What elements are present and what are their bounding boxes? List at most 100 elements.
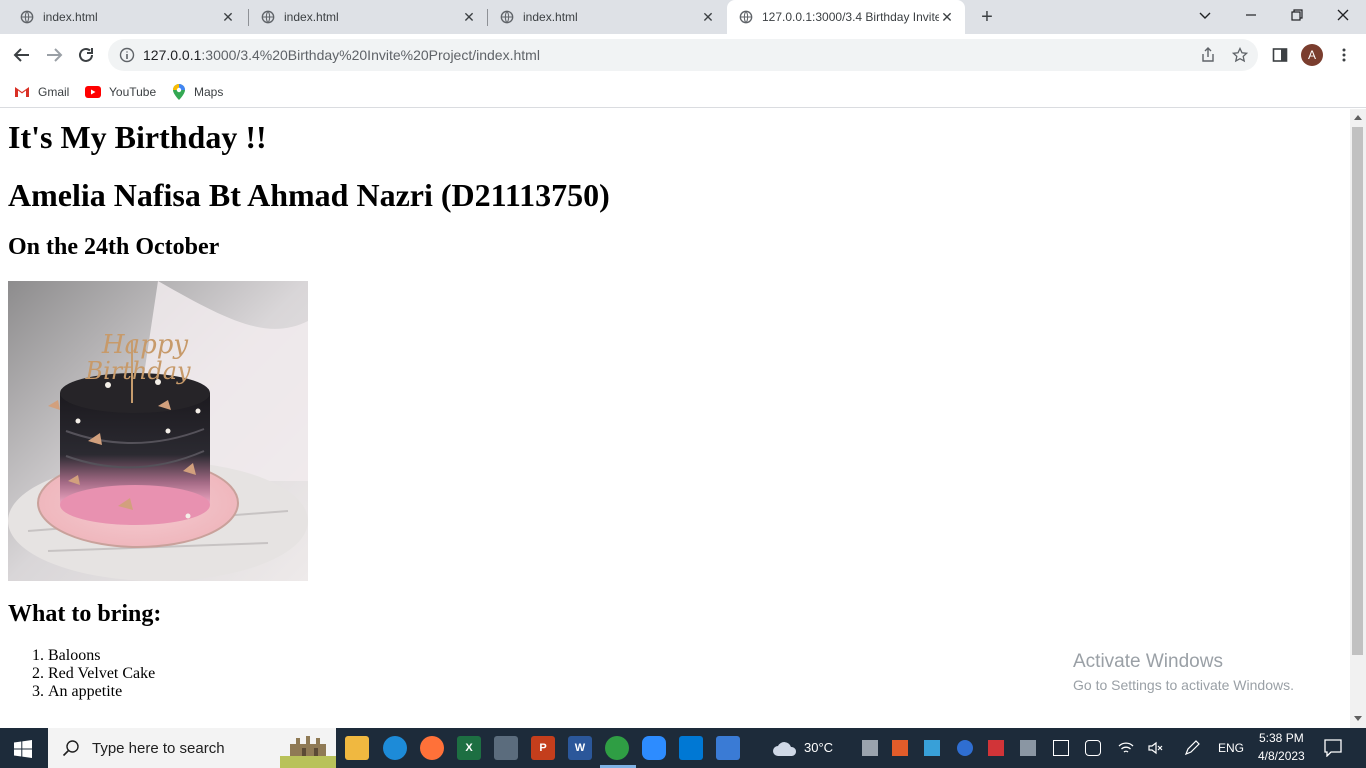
info-icon[interactable] <box>119 47 135 63</box>
side-panel-icon <box>1272 48 1288 62</box>
tab-4-active[interactable]: 127.0.0.1:3000/3.4 Birthday Invite ✕ <box>727 0 965 34</box>
address-bar[interactable]: 127.0.0.1:3000/3.4%20Birthday%20Invite%2… <box>108 39 1258 71</box>
zoom-icon[interactable] <box>642 736 666 760</box>
search-highlight-icon <box>280 736 336 768</box>
excel-icon[interactable]: X <box>457 736 481 760</box>
search-icon <box>62 740 79 757</box>
close-icon[interactable]: ✕ <box>461 9 477 25</box>
search-placeholder: Type here to search <box>92 739 225 757</box>
onedrive-icon[interactable] <box>1020 740 1036 756</box>
arrow-right-icon <box>47 48 63 62</box>
security-icon[interactable] <box>988 740 1004 756</box>
camera-icon[interactable] <box>494 736 518 760</box>
bookmark-maps[interactable]: Maps <box>172 82 223 102</box>
tab-label: index.html <box>43 10 98 24</box>
bookmark-label: Gmail <box>38 85 70 99</box>
url-text: 127.0.0.1:3000/3.4%20Birthday%20Invite%2… <box>143 47 540 63</box>
photos-icon[interactable] <box>716 736 740 760</box>
bookmarks-bar: Gmail YouTube Maps <box>0 76 1366 108</box>
cake-image: Happy Birthday <box>8 281 308 581</box>
notifications-icon[interactable] <box>1324 739 1342 757</box>
clock-date[interactable]: 4/8/2023 <box>1258 749 1305 763</box>
bookmark-label: Maps <box>194 85 224 99</box>
bring-list: Baloons Red Velvet Cake An appetite <box>8 647 155 701</box>
star-icon[interactable] <box>1232 47 1248 63</box>
file-explorer-icon[interactable] <box>345 736 369 760</box>
wifi-icon[interactable] <box>1118 740 1134 756</box>
minimize-button[interactable] <box>1228 0 1274 30</box>
watermark-subtitle: Go to Settings to activate Windows. <box>1073 677 1294 693</box>
tab-2[interactable]: index.html ✕ <box>249 0 487 34</box>
scrollbar-thumb[interactable] <box>1352 127 1363 655</box>
bookmark-youtube[interactable]: YouTube <box>85 82 156 102</box>
bookmark-gmail[interactable]: Gmail <box>14 82 69 102</box>
weather-temperature[interactable]: 30°C <box>804 740 833 755</box>
forward-button[interactable] <box>40 41 68 69</box>
page-title: It's My Birthday !! <box>8 119 267 155</box>
start-button[interactable] <box>14 740 32 763</box>
guest-name-heading: Amelia Nafisa Bt Ahmad Nazri (D21113750) <box>8 177 610 213</box>
vertical-scrollbar[interactable] <box>1350 109 1366 728</box>
maps-icon <box>173 84 185 100</box>
close-window-button[interactable] <box>1320 0 1366 30</box>
restore-icon <box>1291 9 1303 21</box>
side-panel-button[interactable] <box>1266 41 1294 69</box>
tray-app-icon[interactable] <box>862 740 878 756</box>
clock-time[interactable]: 5:38 PM <box>1259 731 1304 745</box>
avatar[interactable]: A <box>1301 44 1323 66</box>
tab-1[interactable]: index.html ✕ <box>8 0 246 34</box>
list-item: Red Velvet Cake <box>48 665 155 683</box>
tab-search-button[interactable] <box>1182 0 1228 30</box>
word-icon[interactable]: W <box>568 736 592 760</box>
bring-heading: What to bring: <box>8 601 162 627</box>
globe-icon <box>20 10 34 24</box>
meet-now-icon[interactable] <box>1085 740 1101 756</box>
list-item: Baloons <box>48 647 155 665</box>
page-viewport: It's My Birthday !! Amelia Nafisa Bt Ahm… <box>0 109 1350 728</box>
activate-windows-watermark: Activate Windows Go to Settings to activ… <box>1073 651 1294 693</box>
close-icon[interactable]: ✕ <box>700 9 716 25</box>
back-button[interactable] <box>8 41 36 69</box>
tray-app-icon[interactable] <box>892 740 908 756</box>
globe-icon <box>500 10 514 24</box>
chrome-icon[interactable] <box>605 736 629 760</box>
url-path: :3000/3.4%20Birthday%20Invite%20Project/… <box>201 47 540 63</box>
volume-muted-icon[interactable] <box>1148 740 1164 756</box>
cake-topper-text-1: Happy <box>101 330 188 360</box>
tab-label: 127.0.0.1:3000/3.4 Birthday Invite <box>762 10 939 24</box>
close-icon[interactable]: ✕ <box>220 9 236 25</box>
tab-3[interactable]: index.html ✕ <box>488 0 726 34</box>
tray-app-icon[interactable] <box>924 740 940 756</box>
powerpoint-icon[interactable]: P <box>531 736 555 760</box>
reload-icon <box>79 47 93 62</box>
youtube-icon <box>85 86 101 98</box>
taskbar-search-box[interactable]: Type here to search <box>48 728 336 768</box>
url-host: 127.0.0.1 <box>143 47 202 63</box>
vscode-icon[interactable] <box>679 736 703 760</box>
kebab-menu-icon <box>1342 48 1346 62</box>
close-icon <box>1337 9 1349 21</box>
arrow-left-icon <box>13 48 29 62</box>
cake-topper-text-2: Birthday <box>84 357 191 385</box>
bluetooth-icon[interactable] <box>957 740 973 756</box>
battery-icon[interactable] <box>1053 740 1069 756</box>
scroll-up-arrow-icon[interactable] <box>1354 115 1362 120</box>
browser-toolbar: 127.0.0.1:3000/3.4%20Birthday%20Invite%2… <box>0 34 1366 76</box>
reload-button[interactable] <box>72 41 100 69</box>
edge-icon[interactable] <box>383 736 407 760</box>
firefox-icon[interactable] <box>420 736 444 760</box>
menu-button[interactable] <box>1330 41 1358 69</box>
scroll-down-arrow-icon[interactable] <box>1354 716 1362 721</box>
tab-strip: index.html ✕ index.html ✕ index.html ✕ 1… <box>0 0 1366 34</box>
bookmark-label: YouTube <box>109 85 157 99</box>
pen-icon[interactable] <box>1184 740 1202 756</box>
share-icon[interactable] <box>1200 47 1216 63</box>
list-item: An appetite <box>48 683 155 701</box>
close-icon[interactable]: ✕ <box>939 9 955 25</box>
weather-cloud-icon[interactable] <box>772 738 798 758</box>
restore-button[interactable] <box>1274 0 1320 30</box>
tab-label: index.html <box>284 10 339 24</box>
new-tab-button[interactable]: + <box>976 6 998 28</box>
date-heading: On the 24th October <box>8 234 220 260</box>
language-indicator[interactable]: ENG <box>1218 741 1244 755</box>
